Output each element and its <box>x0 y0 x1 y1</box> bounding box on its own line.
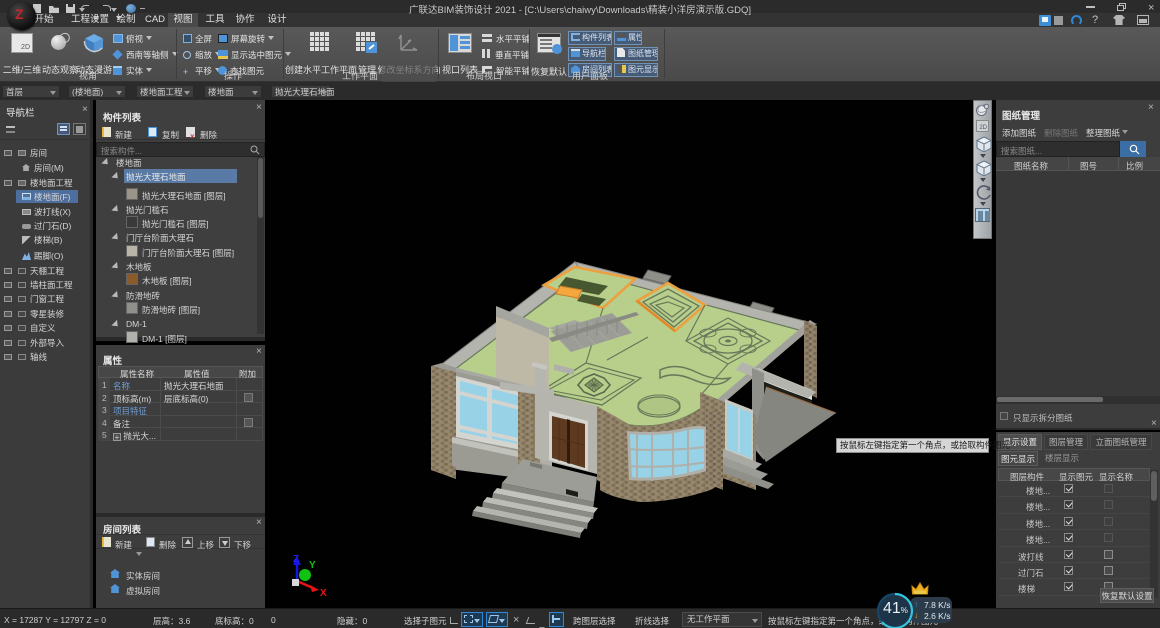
svg-text:Y: Y <box>309 560 316 571</box>
svg-text:X: X <box>320 588 327 598</box>
svg-text:Z: Z <box>293 554 299 565</box>
